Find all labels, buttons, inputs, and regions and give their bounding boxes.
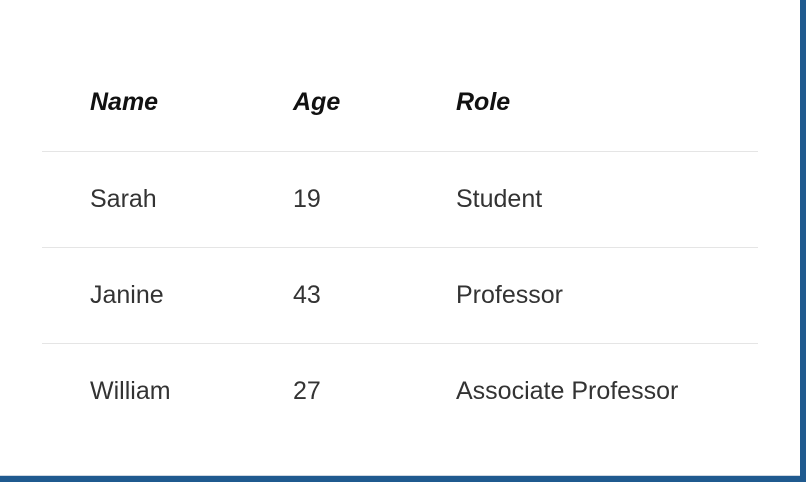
cell-age: 19 [245,151,408,248]
table-row: William 27 Associate Professor [42,343,758,439]
cell-role: Associate Professor [456,376,679,405]
table-window: Name Age Role Sarah 19 Student Janine 43… [0,0,800,476]
data-table-container: Name Age Role Sarah 19 Student Janine 43… [42,55,758,439]
cell-age: 27 [293,376,321,405]
table-row: Sarah 19 Student [42,151,758,248]
column-header-age: Age [245,55,408,152]
table-row: Janine 43 Professor [42,247,758,344]
header-row: Name Age Role [42,55,758,152]
data-table: Name Age Role Sarah 19 Student Janine 43… [42,55,758,439]
cell-role: Student [408,151,758,248]
cell-role: Professor [408,247,758,344]
cell-age: 43 [245,247,408,344]
column-header-role: Role [408,55,758,152]
table-body: Sarah 19 Student Janine 43 Professor Wil… [42,151,758,439]
cell-name: Janine [42,247,245,344]
cell-name: Sarah [42,151,245,248]
table-header: Name Age Role [42,55,758,152]
cell-name: William [90,376,171,405]
column-header-name: Name [42,55,245,152]
